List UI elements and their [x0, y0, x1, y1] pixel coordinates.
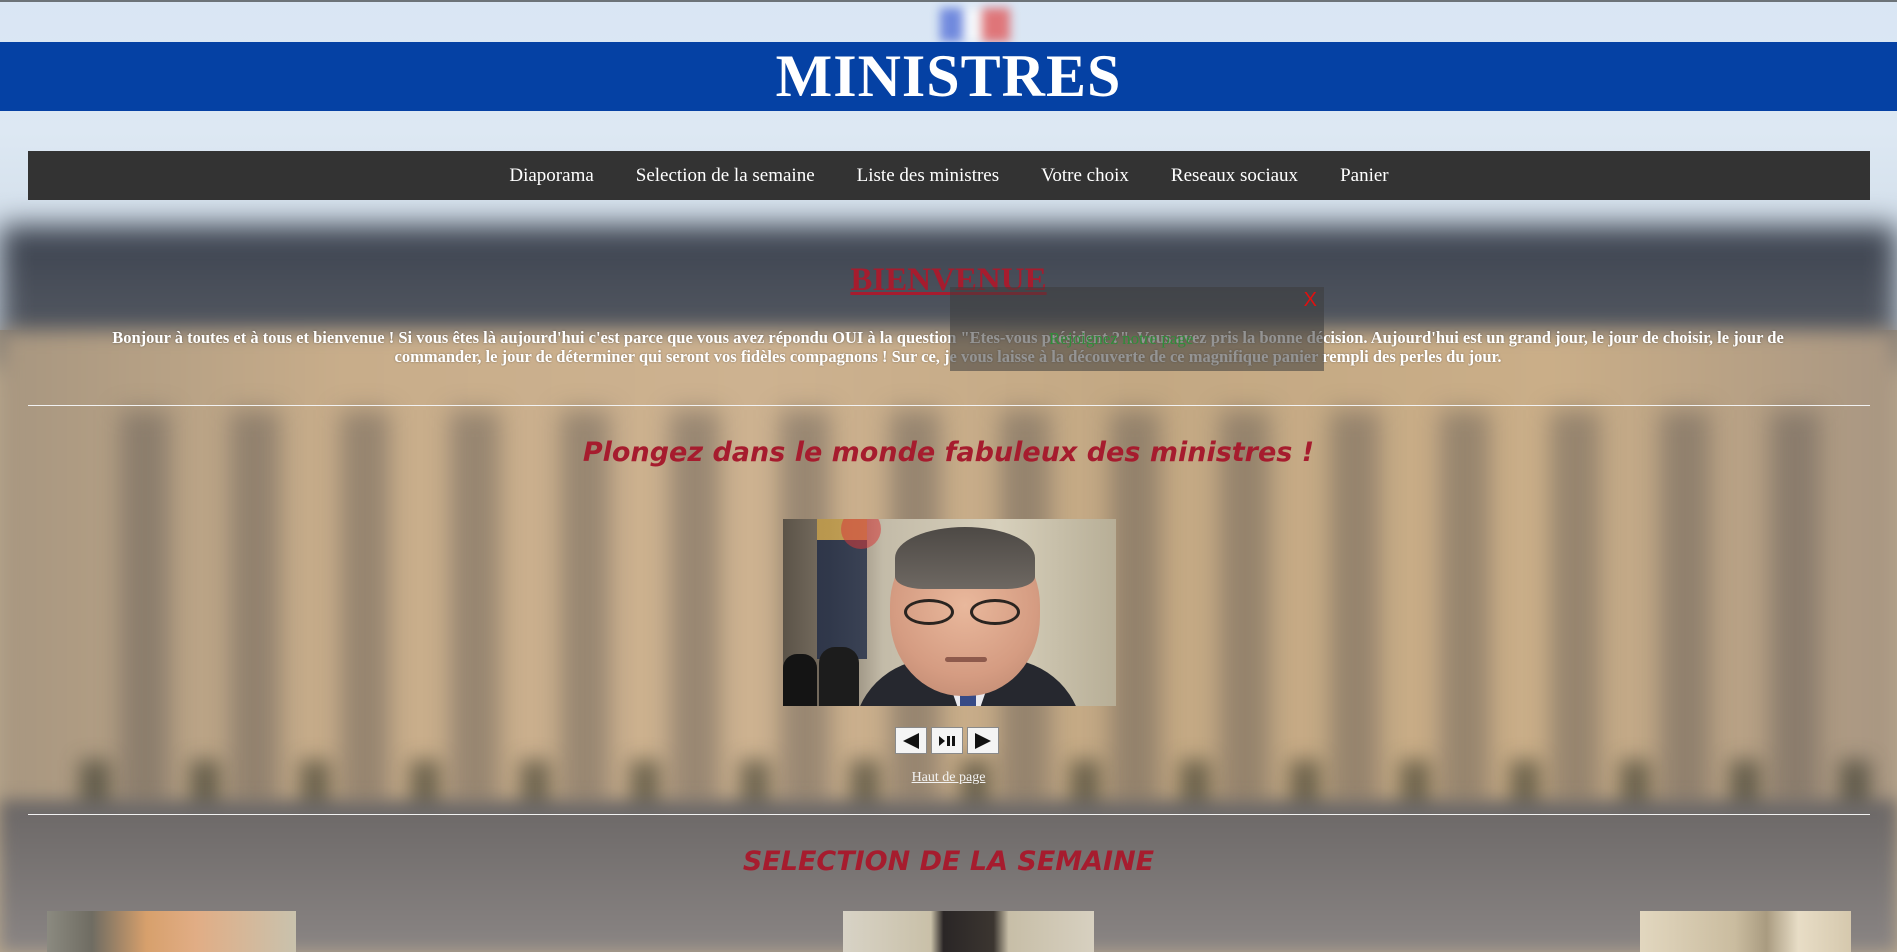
social-popup: X Rejoignez notre page [950, 287, 1324, 371]
divider [28, 814, 1870, 815]
next-button[interactable] [967, 727, 999, 754]
selection-thumbnail[interactable] [843, 911, 1094, 952]
arrow-right-icon [975, 732, 991, 749]
nav-item-panier[interactable]: Panier [1319, 165, 1410, 187]
play-pause-icon [939, 735, 955, 746]
top-rule [0, 0, 1897, 2]
nav-item-diaporama[interactable]: Diaporama [488, 165, 614, 187]
arrow-left-icon [903, 732, 919, 749]
title-bar: MINISTRES [0, 42, 1897, 111]
welcome-title: BIENVENUE [850, 262, 1047, 298]
nav-item-reseaux-sociaux[interactable]: Reseaux sociaux [1150, 165, 1319, 187]
prev-button[interactable] [895, 727, 927, 754]
site-title: MINISTRES [775, 43, 1122, 109]
nav-item-votre-choix[interactable]: Votre choix [1020, 165, 1150, 187]
selection-thumbnail[interactable] [1640, 911, 1851, 952]
nav-item-selection[interactable]: Selection de la semaine [615, 165, 836, 187]
popup-close-button[interactable]: X [1304, 289, 1317, 312]
slideshow-image [783, 519, 1116, 706]
welcome-line-2: commander, le jour de déterminer qui ser… [394, 347, 1502, 366]
nav-item-liste-ministres[interactable]: Liste des ministres [836, 165, 1020, 187]
slideshow-controls [895, 727, 999, 754]
divider [28, 405, 1870, 406]
play-pause-button[interactable] [931, 727, 963, 754]
welcome-line-1: Bonjour à toutes et à tous et bienvenue … [112, 328, 1784, 347]
selection-heading: SELECTION DE LA SEMAINE [742, 846, 1155, 877]
selection-thumbnail[interactable] [47, 911, 296, 952]
welcome-text: Bonjour à toutes et à tous et bienvenue … [48, 328, 1848, 366]
main-nav: Diaporama Selection de la semaine Liste … [28, 151, 1870, 200]
back-to-top-link[interactable]: Haut de page [0, 770, 1897, 786]
popup-text[interactable]: Rejoignez notre page [1049, 329, 1193, 349]
diaporama-heading: Plongez dans le monde fabuleux des minis… [582, 437, 1315, 468]
